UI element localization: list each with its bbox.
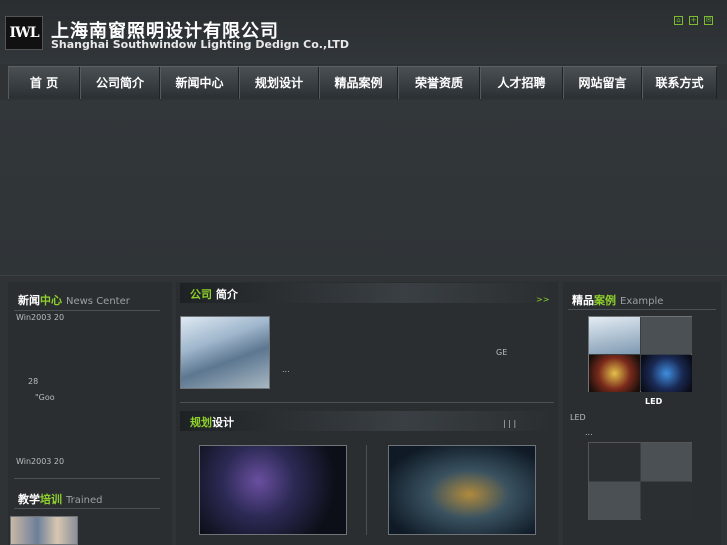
design-photo-building[interactable] — [199, 445, 347, 535]
divider — [14, 508, 160, 509]
case-thumb[interactable] — [589, 317, 640, 354]
bookmark-icon[interactable]: + — [689, 16, 698, 25]
case-thumb — [589, 443, 640, 481]
divider — [568, 309, 716, 310]
cases-led-label: LED — [570, 413, 586, 422]
cases-ellipsis: ... — [585, 428, 593, 437]
divider — [14, 478, 160, 479]
case-thumb[interactable] — [641, 317, 692, 354]
nav-home[interactable]: 首 页 — [8, 67, 80, 99]
case-thumb — [589, 482, 640, 520]
cases-led-caption: LED — [645, 397, 663, 406]
about-more-link[interactable]: >> — [536, 295, 549, 304]
site-header: IWL 上海南窗照明设计有限公司 Shanghai Southwindow Li… — [0, 0, 727, 64]
about-ellipsis: ... — [282, 365, 290, 374]
nav-design[interactable]: 规划设计 — [239, 67, 319, 99]
divider — [366, 445, 367, 535]
nav-jobs[interactable]: 人才招聘 — [480, 67, 563, 99]
nav-honors[interactable]: 荣誉资质 — [398, 67, 480, 99]
news-item[interactable]: Win2003 20 — [16, 457, 64, 466]
divider — [180, 402, 554, 403]
divider — [14, 310, 160, 311]
case-thumb — [641, 482, 692, 520]
design-section-title: 规划设计 — [190, 416, 234, 429]
home-icon[interactable]: ⌂ — [674, 16, 683, 25]
cases-section-title: 精品案例 Example — [572, 294, 664, 307]
cases-grid-placeholder[interactable] — [588, 442, 692, 520]
case-thumb[interactable] — [641, 355, 692, 392]
training-photo[interactable] — [10, 516, 78, 545]
mail-icon[interactable]: ✉ — [704, 16, 713, 25]
design-links[interactable]: | | | — [503, 419, 516, 428]
nav-news[interactable]: 新闻中心 — [160, 67, 239, 99]
about-text: GE — [496, 348, 508, 357]
news-section-title: 新闻中心 News Center — [18, 294, 130, 307]
design-photo-waterfront[interactable] — [388, 445, 536, 535]
case-thumb — [641, 443, 692, 481]
logo[interactable]: IWL — [5, 16, 43, 50]
nav-guestbook[interactable]: 网站留言 — [563, 67, 642, 99]
news-item[interactable]: "Goo — [35, 393, 55, 402]
banner-area — [0, 100, 727, 276]
cases-photo-grid[interactable] — [588, 316, 692, 392]
company-name-en: Shanghai Southwindow Lighting Dedign Co.… — [51, 38, 349, 51]
nav-contact[interactable]: 联系方式 — [642, 67, 717, 99]
main-nav: 首 页 公司简介 新闻中心 规划设计 精品案例 荣誉资质 人才招聘 网站留言 联… — [8, 66, 717, 99]
news-item[interactable]: 28 — [28, 377, 38, 386]
case-thumb[interactable] — [589, 355, 640, 392]
about-photo[interactable] — [180, 316, 270, 389]
nav-about[interactable]: 公司简介 — [80, 67, 160, 99]
about-section-title: 公司 简介 — [190, 288, 238, 301]
news-item[interactable]: Win2003 20 — [16, 313, 64, 322]
training-section-title: 教学培训 Trained — [18, 493, 103, 506]
nav-cases[interactable]: 精品案例 — [319, 67, 398, 99]
top-icons: ⌂ + ✉ — [674, 16, 713, 25]
design-title-bar — [180, 411, 554, 431]
